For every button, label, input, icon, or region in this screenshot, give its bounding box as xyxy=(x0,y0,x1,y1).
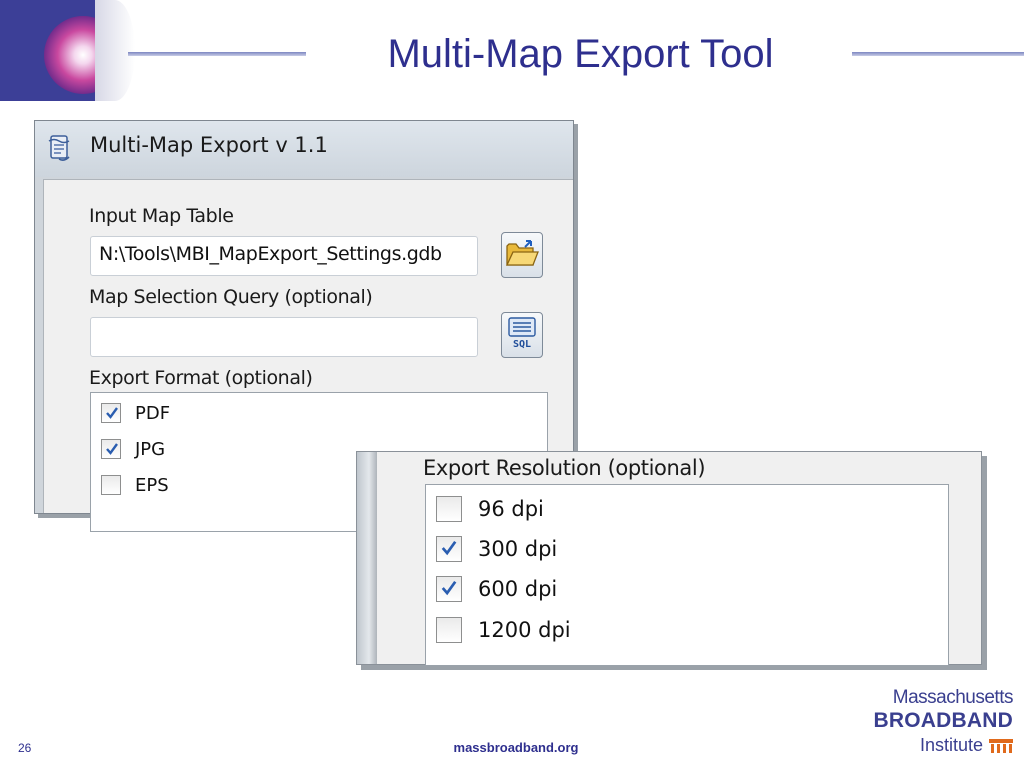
dialog-titlebar[interactable]: Multi-Map Export v 1.1 xyxy=(35,121,573,177)
export-format-option-jpg[interactable]: JPG xyxy=(101,434,165,464)
export-resolution-list: 96 dpi 300 dpi 600 dpi 1200 dpi xyxy=(425,484,949,666)
title-rule-left xyxy=(128,52,306,56)
dpi-96-checkbox[interactable] xyxy=(436,496,462,522)
dpi-1200-label: 1200 dpi xyxy=(478,618,571,642)
export-format-option-pdf[interactable]: PDF xyxy=(101,398,170,428)
title-rule-right xyxy=(852,52,1024,56)
sql-query-button[interactable]: SQL xyxy=(501,312,543,358)
export-resolution-panel: Export Resolution (optional) 96 dpi 300 … xyxy=(356,451,982,666)
brand-mark-icon xyxy=(989,735,1013,759)
dpi-300-checkbox[interactable] xyxy=(436,536,462,562)
dialog-title: Multi-Map Export v 1.1 xyxy=(90,133,328,157)
eps-option-label: EPS xyxy=(135,474,169,496)
dpi-96-label: 96 dpi xyxy=(478,497,544,521)
jpg-option-label: JPG xyxy=(135,438,166,460)
sql-query-icon: SQL xyxy=(507,316,537,354)
page-number: 26 xyxy=(18,741,32,755)
pdf-option-label: PDF xyxy=(135,402,171,424)
pdf-checkbox[interactable] xyxy=(101,403,121,423)
corner-logo-ring xyxy=(95,0,135,101)
input-map-table-value: N:\Tools\MBI_MapExport_Settings.gdb xyxy=(99,243,442,265)
slide-title: Multi-Map Export Tool xyxy=(387,32,774,76)
resolution-option-300[interactable]: 300 dpi xyxy=(436,534,557,564)
input-map-table-field[interactable]: N:\Tools\MBI_MapExport_Settings.gdb xyxy=(90,236,478,276)
dpi-600-label: 600 dpi xyxy=(478,577,558,601)
dpi-1200-checkbox[interactable] xyxy=(436,617,462,643)
jpg-checkbox[interactable] xyxy=(101,439,121,459)
brand-line-2: BROADBAND xyxy=(873,709,1013,732)
eps-checkbox[interactable] xyxy=(101,475,121,495)
browse-button[interactable] xyxy=(501,232,543,278)
input-map-table-label: Input Map Table xyxy=(89,205,234,227)
brand-line-3-text: Institute xyxy=(919,735,983,755)
export-format-label: Export Format (optional) xyxy=(89,367,313,389)
resolution-option-600[interactable]: 600 dpi xyxy=(436,574,557,604)
script-tool-icon xyxy=(45,133,75,163)
export-format-option-eps[interactable]: EPS xyxy=(101,470,169,500)
brand-line-3: Institute xyxy=(855,733,1013,759)
mbi-brand-logo: Massachusetts BROADBAND Institute xyxy=(855,687,1014,759)
resolution-option-1200[interactable]: 1200 dpi xyxy=(436,615,571,645)
map-selection-query-field[interactable] xyxy=(90,317,478,357)
dpi-300-label: 300 dpi xyxy=(478,537,558,561)
resolution-option-96[interactable]: 96 dpi xyxy=(436,494,544,524)
svg-text:SQL: SQL xyxy=(513,339,531,350)
panel-edge xyxy=(357,452,377,664)
brand-line-1: Massachusetts xyxy=(892,687,1014,708)
open-folder-icon xyxy=(505,238,539,272)
export-resolution-label: Export Resolution (optional) xyxy=(423,456,706,480)
dpi-600-checkbox[interactable] xyxy=(436,576,462,602)
footer-url: massbroadband.org xyxy=(453,740,579,755)
map-selection-query-label: Map Selection Query (optional) xyxy=(89,286,373,308)
